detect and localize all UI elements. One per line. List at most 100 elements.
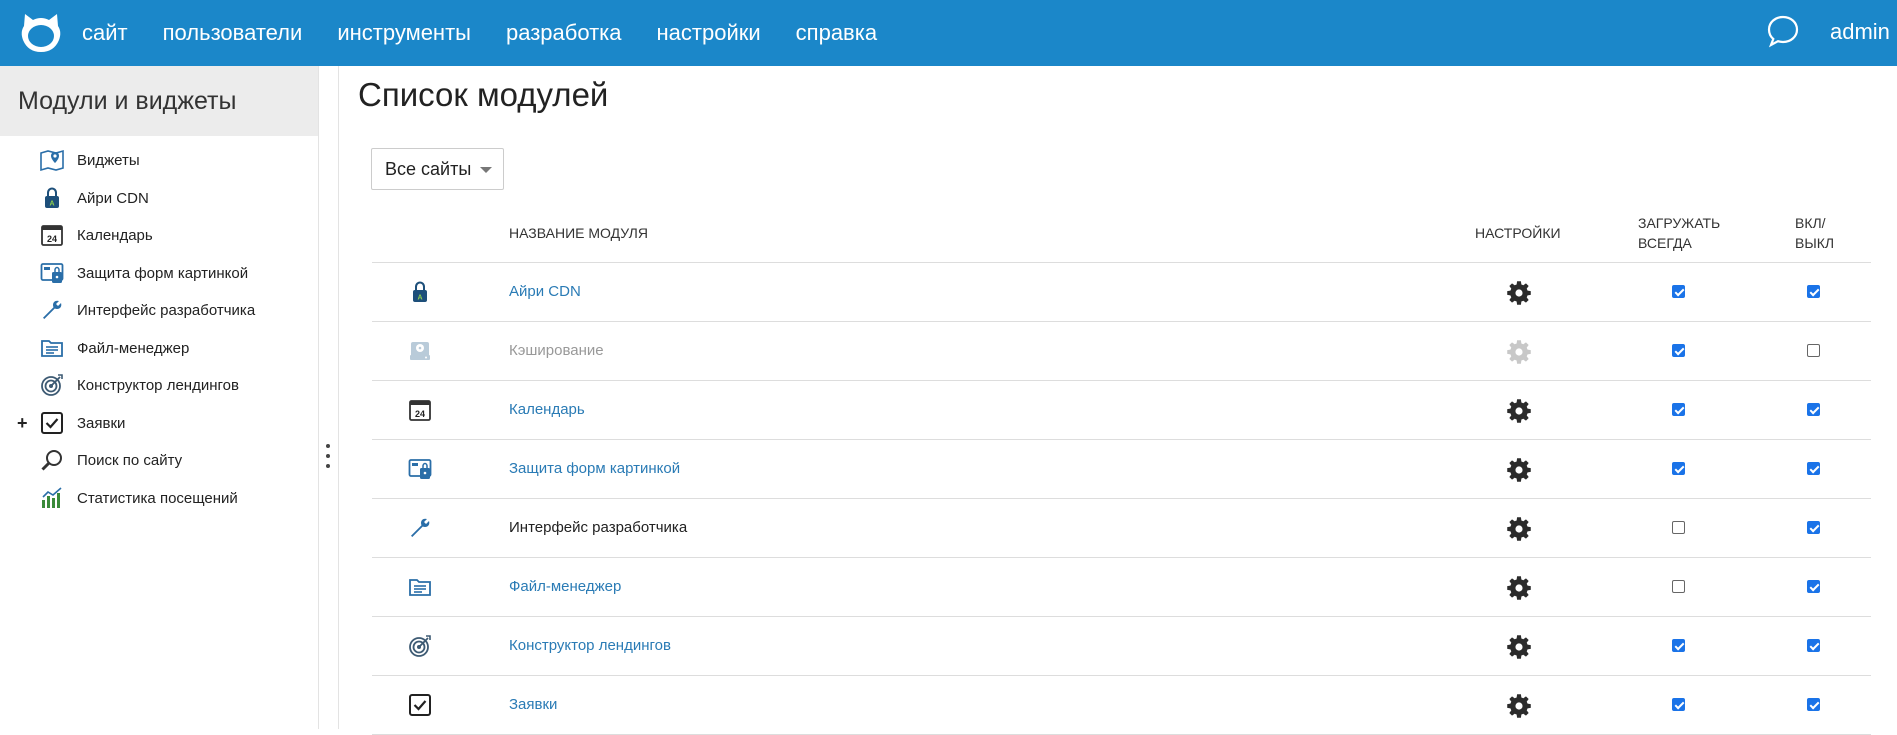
- enabled-checkbox[interactable]: [1807, 462, 1820, 475]
- sidebar-item-landing-builder[interactable]: Конструктор лендингов: [0, 367, 318, 405]
- sidebar-item-requests[interactable]: + Заявки: [0, 405, 318, 443]
- enabled-checkbox[interactable]: [1807, 285, 1820, 298]
- enabled-checkbox[interactable]: [1807, 521, 1820, 534]
- load-always-checkbox[interactable]: [1672, 521, 1685, 534]
- svg-text:24: 24: [415, 409, 425, 419]
- svg-text:24: 24: [47, 234, 57, 244]
- column-header-settings: НАСТРОЙКИ: [1475, 225, 1561, 241]
- enabled-checkbox[interactable]: [1807, 403, 1820, 416]
- load-always-checkbox[interactable]: [1672, 285, 1685, 298]
- sidebar-item-label: Конструктор лендингов: [77, 377, 239, 395]
- user-menu[interactable]: admin: [1830, 19, 1890, 45]
- settings-gear-icon[interactable]: [1506, 516, 1532, 542]
- target-icon: [41, 374, 63, 396]
- nav-help[interactable]: справка: [796, 20, 877, 46]
- nav-site[interactable]: сайт: [82, 20, 128, 46]
- table-row: 24 Календарь: [372, 381, 1871, 440]
- sidebar-item-cdn[interactable]: A Айри CDN: [0, 180, 318, 218]
- column-header-load-always-line1: ЗАГРУЖАТЬ: [1638, 215, 1721, 231]
- table-row: Защита форм картинкой: [372, 440, 1871, 499]
- enabled-checkbox[interactable]: [1807, 580, 1820, 593]
- sidebar-item-label: Айри CDN: [77, 189, 149, 207]
- top-nav: сайт пользователи инструменты разработка…: [82, 0, 912, 66]
- site-filter-dropdown[interactable]: Все сайты: [371, 148, 504, 190]
- column-header-name: НАЗВАНИЕ МОДУЛЯ: [509, 225, 648, 241]
- settings-gear-icon[interactable]: [1506, 457, 1532, 483]
- sidebar-item-stats[interactable]: Статистика посещений: [0, 480, 318, 518]
- sidebar-resize-handle[interactable]: [324, 444, 332, 480]
- sidebar-item-site-search[interactable]: Поиск по сайту: [0, 442, 318, 480]
- enabled-checkbox[interactable]: [1807, 698, 1820, 711]
- sidebar-item-label: Виджеты: [77, 152, 140, 170]
- sidebar-title: Модули и виджеты: [0, 66, 318, 136]
- load-always-checkbox[interactable]: [1672, 698, 1685, 711]
- nav-development[interactable]: разработка: [506, 20, 622, 46]
- enabled-checkbox[interactable]: [1807, 639, 1820, 652]
- column-header-load-always-line2: ВСЕГДА: [1638, 235, 1692, 251]
- table-row: Конструктор лендингов: [372, 617, 1871, 676]
- search-icon: [41, 450, 62, 471]
- module-name-link[interactable]: Защита форм картинкой: [509, 460, 680, 477]
- widgets-map-icon: [40, 149, 64, 172]
- enabled-checkbox[interactable]: [1807, 344, 1820, 357]
- site-filter-value: Все сайты: [385, 158, 472, 179]
- svg-text:A: A: [49, 200, 54, 207]
- module-name-link[interactable]: Айри CDN: [509, 283, 581, 300]
- nav-users[interactable]: пользователи: [163, 20, 303, 46]
- table-header: НАЗВАНИЕ МОДУЛЯ НАСТРОЙКИ ЗАГРУЖАТЬ ВСЕГ…: [372, 205, 1871, 263]
- svg-text:A: A: [417, 295, 422, 302]
- settings-gear-icon[interactable]: [1506, 398, 1532, 424]
- table-row: Заявки: [372, 676, 1871, 735]
- sidebar-item-label: Интерфейс разработчика: [77, 302, 256, 320]
- settings-gear-icon[interactable]: [1506, 634, 1532, 660]
- chevron-down-icon: [480, 167, 492, 173]
- module-name-link[interactable]: Календарь: [509, 401, 585, 418]
- target-icon: [409, 635, 431, 657]
- module-name-link[interactable]: Конструктор лендингов: [509, 637, 671, 654]
- settings-gear-icon[interactable]: [1506, 280, 1532, 306]
- captcha-icon: [40, 262, 64, 283]
- settings-gear-icon[interactable]: [1506, 693, 1532, 719]
- nav-tools[interactable]: инструменты: [337, 20, 471, 46]
- module-name-link[interactable]: Файл-менеджер: [509, 578, 621, 595]
- sidebar-item-dev-interface[interactable]: Интерфейс разработчика: [0, 292, 318, 330]
- sidebar: Модули и виджеты Виджеты A Айри CDN 24 К…: [0, 66, 319, 729]
- load-always-checkbox[interactable]: [1672, 462, 1685, 475]
- table-row: Файл-менеджер: [372, 558, 1871, 617]
- sidebar-item-file-manager[interactable]: Файл-менеджер: [0, 330, 318, 368]
- module-name-link[interactable]: Заявки: [509, 696, 557, 713]
- sidebar-item-label: Файл-менеджер: [77, 339, 190, 357]
- load-always-checkbox[interactable]: [1672, 344, 1685, 357]
- table-row: Интерфейс разработчика: [372, 499, 1871, 558]
- cdn-lock-icon: A: [413, 281, 427, 302]
- settings-gear-icon[interactable]: [1506, 575, 1532, 601]
- load-always-checkbox[interactable]: [1672, 403, 1685, 416]
- logo-icon[interactable]: [18, 10, 64, 56]
- nav-settings[interactable]: настройки: [657, 20, 761, 46]
- captcha-icon: [408, 459, 432, 479]
- expand-toggle[interactable]: +: [17, 413, 28, 434]
- column-header-on-off-line1: ВКЛ/: [1795, 215, 1826, 231]
- folder-icon: [409, 579, 431, 596]
- sidebar-item-label: Поиск по сайту: [77, 452, 183, 470]
- settings-gear-icon[interactable]: [1506, 339, 1532, 365]
- sidebar-item-widgets[interactable]: Виджеты: [0, 142, 318, 180]
- page-title: Список модулей: [358, 76, 609, 113]
- load-always-checkbox[interactable]: [1672, 580, 1685, 593]
- wrench-icon: [411, 518, 430, 537]
- checkbox-icon: [409, 694, 431, 716]
- calendar-icon: 24: [409, 400, 431, 421]
- content-divider: [338, 66, 339, 729]
- wrench-icon: [43, 300, 62, 319]
- checkbox-icon: [41, 411, 63, 434]
- module-name-link[interactable]: Интерфейс разработчика: [509, 519, 687, 536]
- cdn-lock-icon: A: [45, 186, 59, 208]
- sidebar-item-calendar[interactable]: 24 Календарь: [0, 217, 318, 255]
- sidebar-item-captcha[interactable]: Защита форм картинкой: [0, 255, 318, 293]
- calendar-icon: 24: [41, 225, 63, 246]
- load-always-checkbox[interactable]: [1672, 639, 1685, 652]
- column-header-load-always: ЗАГРУЖАТЬ ВСЕГДА: [1638, 213, 1720, 253]
- module-name-link[interactable]: Кэширование: [509, 342, 604, 359]
- chat-icon[interactable]: [1766, 14, 1800, 48]
- stats-icon: [42, 486, 62, 508]
